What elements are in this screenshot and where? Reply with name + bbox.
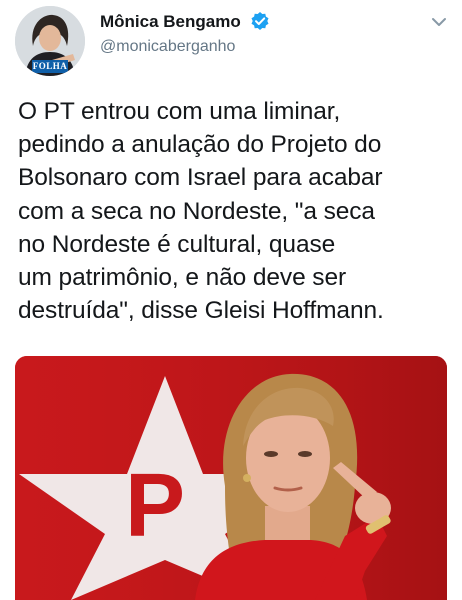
tweet-media-image[interactable]: P <box>15 356 447 600</box>
tweet: FOLHA Mônica Bengamo @monicaberganho O P… <box>0 0 462 600</box>
chevron-down-icon[interactable] <box>431 16 447 28</box>
verified-icon <box>251 12 269 30</box>
tweet-text: O PT entrou com uma liminar, pedindo a a… <box>18 98 384 325</box>
avatar[interactable]: FOLHA <box>15 6 85 76</box>
handle[interactable]: @monicaberganho <box>100 38 235 56</box>
poster-letter: P <box>125 456 185 556</box>
display-name[interactable]: Mônica Bengamo <box>100 12 241 32</box>
avatar-badge: FOLHA <box>32 60 68 73</box>
